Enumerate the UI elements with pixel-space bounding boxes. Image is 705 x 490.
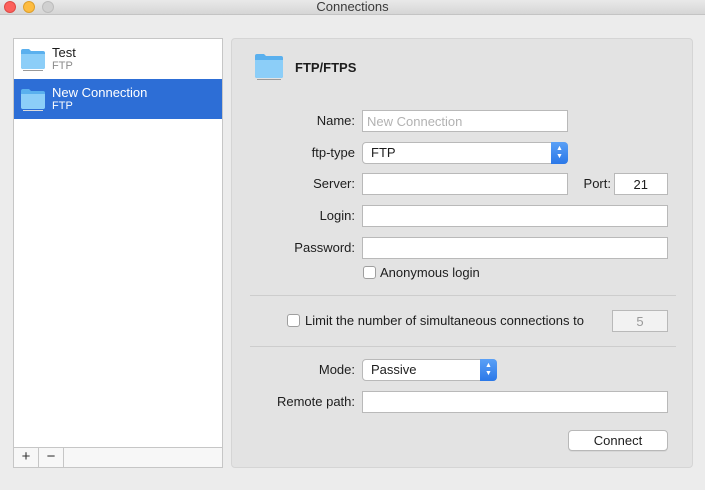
login-label: Login: (319, 208, 355, 223)
connection-type: FTP (52, 100, 73, 112)
limit-connections-field[interactable] (612, 310, 668, 332)
chevron-up-down-icon: ▲ ▼ (480, 359, 497, 381)
ftp-type-value: FTP (371, 145, 396, 160)
folder-icon (254, 51, 284, 84)
server-label: Server: (313, 176, 355, 191)
name-field[interactable] (362, 110, 568, 132)
ftp-type-popup[interactable]: FTP ▲ ▼ (362, 142, 568, 164)
name-label: Name: (316, 113, 355, 128)
port-label: Port: (583, 176, 611, 191)
server-field[interactable] (362, 173, 568, 195)
anonymous-login-checkbox[interactable] (363, 266, 376, 279)
connect-button[interactable]: Connect (568, 430, 668, 451)
divider (250, 295, 676, 296)
connection-type: FTP (52, 60, 73, 72)
password-label: Password: (294, 240, 355, 255)
ftp-type-label: ftp-type (311, 145, 355, 160)
port-field[interactable] (614, 173, 668, 195)
mode-label: Mode: (318, 362, 355, 377)
anonymous-login-label: Anonymous login (380, 265, 480, 280)
mode-value: Passive (371, 362, 417, 377)
remote-path-label: Remote path: (276, 394, 355, 409)
connections-sidebar: Test FTP New Connection FTP + − (13, 38, 223, 468)
folder-icon (20, 87, 46, 114)
add-connection-button[interactable]: + (14, 448, 39, 467)
sidebar-footer: + − (14, 447, 222, 467)
connection-item-selected[interactable]: New Connection FTP (14, 79, 222, 119)
connection-name: New Connection (52, 85, 148, 100)
connection-item[interactable]: Test FTP (14, 39, 222, 79)
connection-settings-panel: FTP/FTPS Name: ftp-type FTP ▲▼ Server: P… (231, 38, 693, 468)
remote-path-field[interactable] (362, 391, 668, 413)
login-field[interactable] (362, 205, 668, 227)
panel-title: FTP/FTPS (295, 60, 357, 75)
chevron-up-down-icon: ▲ ▼ (551, 142, 568, 164)
divider (250, 346, 676, 347)
limit-connections-checkbox[interactable] (287, 314, 300, 327)
remove-connection-button[interactable]: − (39, 448, 64, 467)
title-bar: Connections (0, 0, 705, 15)
folder-icon (20, 47, 46, 74)
mode-popup[interactable]: Passive ▲ ▼ (362, 359, 497, 381)
window-title: Connections (316, 0, 389, 14)
password-field[interactable] (362, 237, 668, 259)
limit-connections-label: Limit the number of simultaneous connect… (305, 313, 584, 328)
connection-name: Test (52, 45, 76, 60)
